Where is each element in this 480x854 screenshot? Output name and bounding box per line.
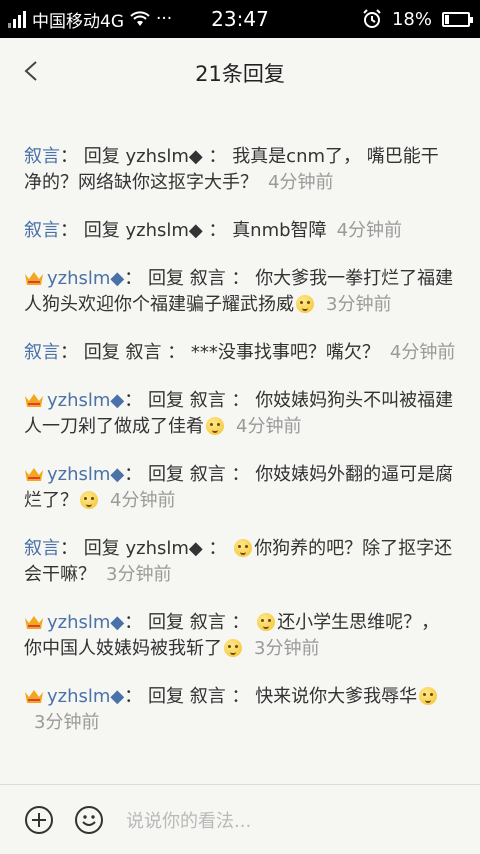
emoji-icon — [296, 295, 314, 313]
reply-target[interactable]: 叙言 — [190, 268, 226, 289]
reply-target[interactable]: 叙言 — [190, 612, 226, 633]
reply-prefix: 回复 — [83, 342, 120, 363]
reply-prefix: 回复 — [148, 612, 184, 633]
status-bar: 中国移动4G ··· 23:47 18% — [0, 0, 480, 38]
crown-icon — [25, 468, 43, 481]
reply-text: ***没事找事吧？嘴欠？ — [190, 342, 380, 363]
page-title: 21条回复 — [195, 62, 285, 86]
status-right: 18% — [362, 0, 473, 38]
reply-target[interactable]: 叙言 — [125, 342, 161, 363]
reply-text: 这好了没有了？ — [84, 104, 210, 107]
reply-item: 叙言： 回复 叙言 ： ***没事找事吧？嘴欠？ 4分钟前 — [24, 342, 456, 363]
reply-item: yzhslm◆： 回复 叙言 ： 你妓婊妈狗头不叫被福建人一刀剁了做成了佳肴 4分… — [24, 390, 454, 437]
comment-input[interactable] — [124, 803, 458, 839]
comment-bar — [0, 784, 480, 854]
emoji-icon — [80, 491, 98, 509]
emoji-icon — [419, 687, 438, 705]
reply-prefix: 回复 — [148, 464, 184, 485]
reply-author[interactable]: yzhslm◆ — [47, 612, 124, 633]
reply-text: 真nmb智障 — [232, 220, 327, 241]
reply-author[interactable]: 叙言 — [24, 342, 60, 363]
reply-item: 叙言： 回复 yzhslm◆ ： 真nmb智障 4分钟前 — [24, 220, 403, 241]
alarm-icon — [363, 9, 381, 28]
reply-target[interactable]: 叙言 — [190, 464, 226, 485]
reply-prefix: 回复 — [148, 268, 184, 289]
header: 21条回复 — [0, 38, 480, 104]
crown-icon — [25, 616, 43, 629]
reply-author[interactable]: 叙言 — [24, 104, 60, 107]
reply-time: 3分钟前 — [34, 712, 100, 733]
reply-author[interactable]: 叙言 — [24, 220, 60, 241]
reply-time: 3分钟前 — [326, 294, 392, 315]
crown-icon — [25, 394, 43, 407]
emoji-icon — [234, 539, 253, 557]
plus-circle-icon[interactable] — [24, 805, 54, 835]
battery-percent: 18% — [391, 8, 432, 30]
reply-time: 4分钟前 — [268, 172, 334, 193]
reply-item: 叙言： 这好了没有了？3分钟前 — [0, 104, 480, 110]
emoji-icon — [206, 417, 224, 435]
smiley-icon[interactable] — [74, 805, 104, 835]
reply-time: 3分钟前 — [220, 104, 285, 107]
crown-icon — [25, 272, 43, 285]
reply-item: yzhslm◆： 回复 叙言 ： 快来说你大爹我辱华3分钟前 — [0, 684, 480, 736]
emoji-icon — [257, 613, 276, 631]
reply-target[interactable]: yzhslm◆ — [125, 146, 202, 167]
reply-author[interactable]: 叙言 — [24, 146, 60, 167]
reply-author[interactable]: yzhslm◆ — [47, 268, 124, 289]
reply-target[interactable]: yzhslm◆ — [125, 538, 202, 559]
emoji-icon — [224, 639, 242, 657]
reply-text: 快来说你大爹我辱华 — [255, 686, 418, 707]
reply-item: 叙言： 回复 yzhslm◆ ： 我真是cnm了， 嘴巴能干净的？网络缺你这抠字… — [24, 146, 439, 193]
reply-prefix: 回复 — [83, 220, 120, 241]
reply-item: 叙言： 回复 yzhslm◆ ： 你狗养的吧？除了抠字还会干嘛？ 3分钟前 — [24, 538, 453, 585]
reply-item: yzhslm◆： 回复 叙言 ： 你妓婊妈外翻的逼可是腐烂了？ 4分钟前 — [24, 464, 454, 511]
reply-author[interactable]: yzhslm◆ — [47, 390, 124, 411]
reply-time: 4分钟前 — [236, 416, 302, 437]
reply-prefix: 回复 — [148, 686, 184, 707]
reply-time: 4分钟前 — [389, 342, 456, 363]
reply-time: 4分钟前 — [110, 490, 176, 511]
reply-time: 4分钟前 — [336, 220, 403, 241]
reply-list[interactable]: 叙言： 这好了没有了？3分钟前叙言： 回复 yzhslm◆ ： 我真是cnm了，… — [0, 104, 480, 784]
reply-prefix: 回复 — [83, 146, 120, 167]
reply-prefix: 回复 — [148, 390, 184, 411]
reply-item: yzhslm◆： 回复 叙言 ： 你大爹我一拳打烂了福建人狗头欢迎你个福建骗子耀… — [24, 268, 454, 315]
reply-time: 3分钟前 — [106, 564, 172, 585]
reply-author[interactable]: 叙言 — [24, 538, 60, 559]
reply-prefix: 回复 — [83, 538, 120, 559]
reply-target[interactable]: 叙言 — [190, 686, 226, 707]
reply-time: 3分钟前 — [254, 638, 320, 659]
reply-item: yzhslm◆： 回复 叙言 ： 还小学生思维呢？， 你中国人妓婊妈被我斩了 3分… — [24, 612, 440, 659]
crown-icon — [25, 690, 43, 703]
reply-target[interactable]: yzhslm◆ — [125, 220, 202, 241]
battery-icon — [442, 11, 473, 27]
reply-target[interactable]: 叙言 — [190, 390, 226, 411]
reply-author[interactable]: yzhslm◆ — [47, 686, 124, 707]
reply-author[interactable]: yzhslm◆ — [47, 464, 124, 485]
